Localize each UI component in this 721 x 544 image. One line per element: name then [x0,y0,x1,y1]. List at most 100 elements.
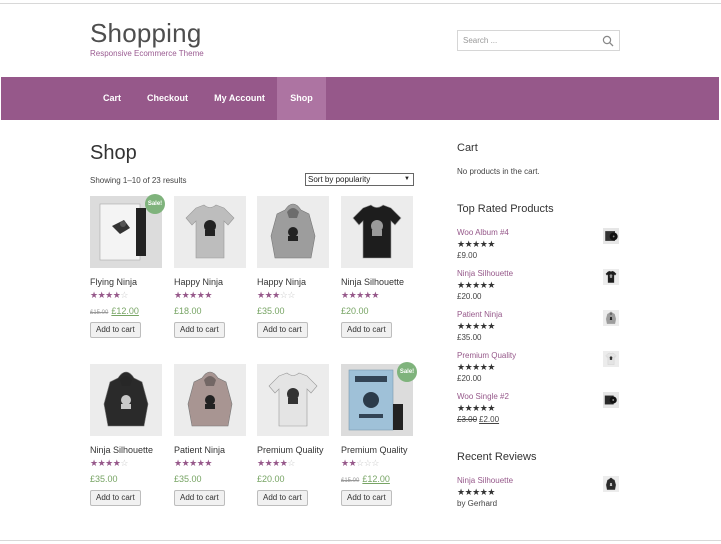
star-filled-icon: ★ [457,487,465,497]
top-rated-item-name[interactable]: Premium Quality [457,351,516,360]
star-empty-icon: ☆ [120,458,128,468]
star-empty-icon: ☆ [371,458,379,468]
product-name[interactable]: Happy Ninja [257,277,306,287]
site-tagline: Responsive Ecommerce Theme [90,49,204,58]
top-rated-item-rating: ★★★★★ [457,362,495,373]
top-rated-item-rating: ★★★★★ [457,321,495,332]
recent-review-rating: ★★★★★ [457,487,495,498]
star-filled-icon: ★ [472,487,480,497]
star-filled-icon: ★ [487,321,495,331]
recent-review-thumbnail[interactable] [603,476,619,492]
star-filled-icon: ★ [189,290,197,300]
top-rated-item-thumbnail[interactable] [603,269,619,285]
star-filled-icon: ★ [90,290,98,300]
top-rated-item-price: £20.00 [457,374,481,383]
top-rated-item-name[interactable]: Patient Ninja [457,310,502,319]
top-rated-item-thumbnail[interactable] [603,310,619,326]
add-to-cart-button[interactable]: Add to cart [174,322,225,338]
product-name[interactable]: Patient Ninja [174,445,225,455]
current-price: £35.00 [90,474,118,484]
product-image[interactable] [174,196,246,268]
product-price: £18.00 [174,306,202,316]
product-name[interactable]: Flying Ninja [90,277,137,287]
star-filled-icon: ★ [472,321,480,331]
product-image[interactable] [174,364,246,436]
bottom-border [0,540,721,541]
star-empty-icon: ☆ [287,458,295,468]
nav-item-my-account[interactable]: My Account [202,77,277,120]
star-filled-icon: ★ [472,239,480,249]
nav-item-shop[interactable]: Shop [277,77,326,120]
product-rating: ★★★★★ [341,290,379,301]
star-filled-icon: ★ [487,362,495,372]
add-to-cart-button[interactable]: Add to cart [90,322,141,338]
product-name[interactable]: Premium Quality [257,445,324,455]
product-image[interactable] [90,364,162,436]
star-filled-icon: ★ [487,487,495,497]
star-filled-icon: ★ [457,321,465,331]
add-to-cart-button[interactable]: Add to cart [341,490,392,506]
search-box[interactable] [457,30,620,51]
star-filled-icon: ★ [371,290,379,300]
star-filled-icon: ★ [257,458,265,468]
product-name[interactable]: Ninja Silhouette [341,277,404,287]
add-to-cart-button[interactable]: Add to cart [174,490,225,506]
star-filled-icon: ★ [204,458,212,468]
sale-badge: Sale! [145,194,165,214]
product-image[interactable] [257,364,329,436]
add-to-cart-button[interactable]: Add to cart [341,322,392,338]
product-rating: ★★★★☆ [90,458,128,469]
main-navigation: Cart Checkout My Account Shop [1,77,719,120]
sale-badge: Sale! [397,362,417,382]
product-price: £20.00 [257,474,285,484]
sort-select[interactable]: Sort by popularity ▼ [305,173,414,186]
star-filled-icon: ★ [189,458,197,468]
top-rated-item-thumbnail[interactable] [603,228,619,244]
product-image[interactable] [257,196,329,268]
star-filled-icon: ★ [341,458,349,468]
search-icon[interactable] [602,35,614,47]
top-rated-item-name[interactable]: Ninja Silhouette [457,269,513,278]
star-filled-icon: ★ [457,403,465,413]
page-title: Shop [90,142,137,164]
current-price: £20.00 [341,306,369,316]
current-price: £35.00 [257,306,285,316]
product-rating: ★★★☆☆ [257,290,295,301]
top-rated-item-thumbnail[interactable] [603,351,619,367]
product-name[interactable]: Happy Ninja [174,277,223,287]
star-filled-icon: ★ [341,290,349,300]
nav-item-cart[interactable]: Cart [91,77,133,120]
nav-item-checkout[interactable]: Checkout [136,77,199,120]
add-to-cart-button[interactable]: Add to cart [90,490,141,506]
current-price: £20.00 [457,374,482,383]
product-rating: ★★★★★ [174,290,212,301]
product-rating: ★★★★★ [174,458,212,469]
top-border [0,3,721,4]
product-name[interactable]: Ninja Silhouette [90,445,153,455]
star-filled-icon: ★ [174,458,182,468]
product-image[interactable] [341,196,413,268]
top-rated-item-name[interactable]: Woo Single #2 [457,392,509,401]
top-rated-item-name[interactable]: Woo Album #4 [457,228,509,237]
star-filled-icon: ★ [105,290,113,300]
site-title[interactable]: Shopping [90,18,201,49]
star-empty-icon: ☆ [120,290,128,300]
cart-empty-message: No products in the cart. [457,167,540,176]
product-price: £35.00 [174,474,202,484]
product-price: £35.00 [90,474,118,484]
top-rated-item-price: £3.00 £2.00 [457,415,499,424]
star-filled-icon: ★ [487,239,495,249]
current-price: £20.00 [257,474,285,484]
star-empty-icon: ☆ [356,458,364,468]
product-rating: ★★★★☆ [90,290,128,301]
recent-review-product-name[interactable]: Ninja Silhouette [457,476,513,485]
star-filled-icon: ★ [472,362,480,372]
product-name[interactable]: Premium Quality [341,445,408,455]
current-price: £35.00 [174,474,202,484]
add-to-cart-button[interactable]: Add to cart [257,490,308,506]
current-price: £9.00 [457,251,478,260]
search-input[interactable] [463,36,593,45]
current-price: £20.00 [457,292,482,301]
top-rated-item-thumbnail[interactable] [603,392,619,408]
add-to-cart-button[interactable]: Add to cart [257,322,308,338]
